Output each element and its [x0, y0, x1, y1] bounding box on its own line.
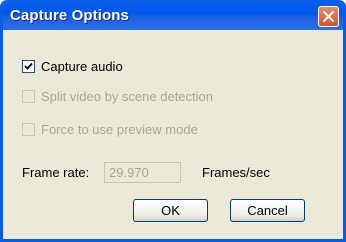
cancel-button[interactable]: Cancel [230, 199, 305, 222]
title-bar[interactable]: Capture Options [3, 0, 343, 30]
dialog-title: Capture Options [10, 7, 130, 24]
capture-audio-checkbox[interactable] [22, 60, 35, 73]
force-preview-label: Force to use preview mode [41, 122, 198, 137]
checkmark-icon [24, 62, 33, 70]
split-video-option[interactable]: Split video by scene detection [22, 89, 237, 104]
close-button[interactable] [318, 6, 339, 27]
capture-audio-option[interactable]: Capture audio [22, 59, 142, 74]
close-icon [323, 11, 334, 22]
ok-button[interactable]: OK [133, 199, 208, 222]
split-video-label: Split video by scene detection [41, 89, 213, 104]
dialog-content: Capture audio Split video by scene detec… [3, 30, 343, 239]
capture-options-dialog: Capture Options Capture audio Split vide… [0, 0, 346, 242]
frame-rate-field[interactable]: 29.970 [104, 162, 181, 183]
split-video-checkbox[interactable] [22, 90, 35, 103]
force-preview-option[interactable]: Force to use preview mode [22, 122, 217, 137]
frame-rate-label: Frame rate: [22, 165, 90, 180]
force-preview-checkbox[interactable] [22, 123, 35, 136]
frame-rate-unit: Frames/sec [202, 165, 270, 180]
capture-audio-label: Capture audio [41, 59, 123, 74]
